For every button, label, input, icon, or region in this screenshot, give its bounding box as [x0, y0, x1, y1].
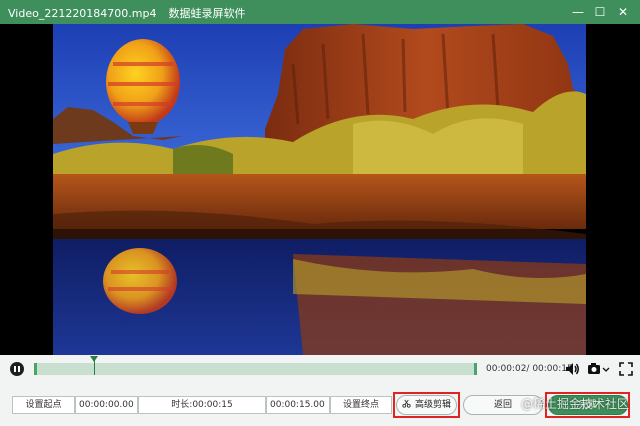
set-end-label: 设置终点	[342, 400, 379, 410]
chevron-down-icon[interactable]	[601, 360, 611, 378]
minimize-button[interactable]: —	[568, 2, 588, 22]
playhead[interactable]	[90, 356, 98, 375]
volume-icon[interactable]	[563, 360, 581, 378]
timecode-display: 00:00:02/ 00:00:15	[486, 364, 573, 374]
set-start-label: 设置起点	[25, 400, 62, 410]
title-bar: Video_221220184700.mp4 数据蛙录屏软件 — ☐ ✕	[0, 0, 640, 24]
player-controls: 00:00:02/ 00:00:15	[0, 355, 640, 385]
maximize-button[interactable]: ☐	[590, 2, 610, 22]
set-start-button[interactable]: 设置起点	[12, 396, 75, 414]
start-time-field[interactable]: 00:00:00.00	[75, 396, 138, 414]
window-title: Video_221220184700.mp4 数据蛙录屏软件	[8, 5, 246, 21]
close-button[interactable]: ✕	[613, 2, 633, 22]
trim-bar: 设置起点 00:00:00.00 时长:00:00:15 00:00:15.00…	[0, 385, 640, 426]
duration-label: 时长:	[171, 400, 193, 410]
end-time-field[interactable]: 00:00:15.00	[266, 396, 330, 414]
back-label: 返回	[493, 400, 512, 410]
video-preview[interactable]	[0, 24, 640, 355]
watermark: @稀土掘金技术社区	[521, 397, 630, 411]
advanced-trim-highlight	[393, 392, 460, 418]
timeline-track[interactable]	[34, 356, 477, 375]
fullscreen-icon[interactable]	[617, 360, 635, 378]
app-name: 数据蛙录屏软件	[168, 7, 246, 20]
set-end-button[interactable]: 设置终点	[330, 396, 392, 414]
video-filename: Video_221220184700.mp4	[8, 7, 157, 20]
duration-value: 00:00:15	[192, 400, 233, 410]
duration-field: 时长:00:00:15	[138, 396, 266, 414]
pause-button[interactable]	[10, 362, 24, 376]
video-frame	[53, 24, 586, 355]
